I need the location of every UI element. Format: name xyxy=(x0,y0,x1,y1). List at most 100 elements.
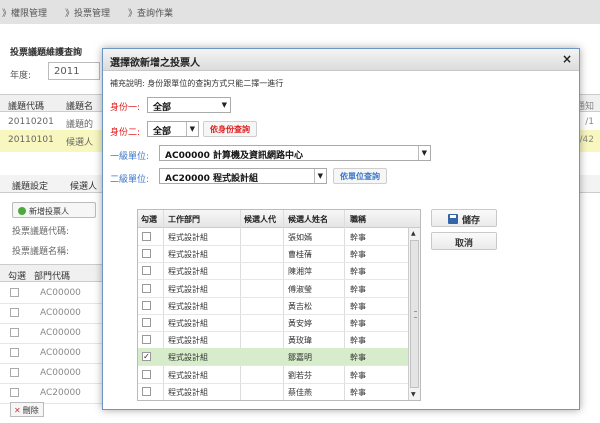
row-checkbox[interactable] xyxy=(142,369,151,379)
delete-button[interactable]: ✕ 刪除 xyxy=(10,402,44,417)
row-checkbox[interactable] xyxy=(142,232,151,241)
cell-title: 幹事 xyxy=(350,336,366,346)
tab-candidates[interactable]: 候選人 xyxy=(70,179,97,192)
divider xyxy=(314,169,315,183)
identity1-select[interactable]: 全部 ▼ xyxy=(147,97,231,113)
cell-name: 陳湘萍 xyxy=(288,267,312,277)
cell-dept: 程式設計組 xyxy=(168,387,208,397)
identity2-select[interactable]: 全部 ▼ xyxy=(147,121,199,137)
table-row[interactable]: 程式設計組 黃玫瑋 幹事 xyxy=(138,331,408,350)
column-header: 勾選 xyxy=(8,272,27,282)
column-header: 候選人姓名 xyxy=(288,215,328,224)
row-checkbox[interactable] xyxy=(142,266,151,276)
close-icon[interactable]: × xyxy=(562,52,572,66)
cell-dept: 程式設計組 xyxy=(168,250,208,260)
query-by-unit-button[interactable]: 依單位查詢 xyxy=(333,168,387,184)
cell-dept: 程式設計組 xyxy=(168,353,208,363)
cell-title: 幹事 xyxy=(350,284,366,294)
cell-count: /42 xyxy=(579,135,594,145)
table-row[interactable]: 程式設計組 陳湘萍 幹事 xyxy=(138,262,408,281)
cell-title: 幹事 xyxy=(350,301,366,311)
scroll-up-icon[interactable]: ▲ xyxy=(411,230,416,237)
select-voter-dialog: 選擇欲新增之投票人 × 補充說明: 身份跟單位的查詢方式只能二擇一進行 身份一:… xyxy=(102,48,580,410)
row-checkbox[interactable] xyxy=(142,249,151,259)
dialog-title: 選擇欲新增之投票人 xyxy=(110,58,200,69)
cell-dept: 程式設計組 xyxy=(168,336,208,346)
candidate-table: 勾選 工作部門 候選人代 候選人姓名 職稱 程式設計組 張如嫣 幹事 程式設計組 曹桂蒨… xyxy=(137,209,421,401)
column-header: 職稱 xyxy=(350,215,366,224)
dept-code: AC00000 xyxy=(40,368,81,378)
tab-topic-settings[interactable]: 議題設定 xyxy=(12,179,48,192)
cell-dept: 程式設計組 xyxy=(168,370,208,380)
table-row[interactable]: 程式設計組 黃吉松 幹事 xyxy=(138,297,408,315)
table-header: 勾選 工作部門 候選人代 候選人姓名 職稱 xyxy=(138,210,420,228)
row-checkbox[interactable] xyxy=(10,348,19,357)
scroll-down-icon[interactable]: ▼ xyxy=(411,391,416,398)
unit1-select[interactable]: AC00000 計算機及資訊網路中心 ▼ xyxy=(159,145,431,161)
row-checkbox[interactable] xyxy=(10,368,19,377)
row-checkbox[interactable] xyxy=(142,283,151,293)
vertical-scrollbar[interactable]: ▲ ▼ xyxy=(408,228,420,400)
row-checkbox[interactable] xyxy=(10,288,19,297)
year-label: 年度: xyxy=(10,71,32,81)
row-checkbox[interactable] xyxy=(142,386,151,396)
cell-name: 黃吉松 xyxy=(288,301,312,311)
dept-code: AC00000 xyxy=(40,348,81,358)
column-header: 候選人代 xyxy=(244,215,276,224)
breadcrumb-item[interactable]: 》權限管理 xyxy=(2,6,47,19)
table-row[interactable]: 程式設計組 張如嫣 幹事 xyxy=(138,228,408,246)
supplementary-note: 補充說明: 身份跟單位的查詢方式只能二擇一進行 xyxy=(110,79,284,88)
dialog-header: 選擇欲新增之投票人 × xyxy=(103,49,579,71)
query-by-identity-button[interactable]: 依身份查詢 xyxy=(203,121,257,137)
cell-dept: 程式設計組 xyxy=(168,267,208,277)
cell-name: 蔡佳燕 xyxy=(288,387,312,397)
add-voter-button[interactable]: 新增投票人 xyxy=(12,202,96,218)
dept-code: AC20000 xyxy=(40,388,81,398)
unit2-select[interactable]: AC20000 程式設計組 ▼ xyxy=(159,168,327,184)
column-header: 部門代碼 xyxy=(34,272,71,282)
cell-code: 20110201 xyxy=(8,117,54,127)
cell-name: 黃玫瑋 xyxy=(288,336,312,346)
breadcrumb-item[interactable]: 》查詢作業 xyxy=(128,6,173,19)
cell-title: 幹事 xyxy=(350,353,366,363)
cell-name: 議題的 xyxy=(66,120,94,130)
close-icon: ✕ xyxy=(14,406,21,415)
table-row[interactable]: 程式設計組 曹桂蒨 幹事 xyxy=(138,245,408,264)
save-button[interactable]: 儲存 xyxy=(431,209,497,227)
table-row[interactable]: 程式設計組 黃安婷 幹事 xyxy=(138,314,408,332)
divider xyxy=(418,146,419,160)
cancel-button[interactable]: 取消 xyxy=(431,232,497,250)
year-field[interactable]: 2011 xyxy=(48,62,100,80)
chevron-down-icon: ▼ xyxy=(189,125,195,133)
row-checkbox[interactable] xyxy=(142,335,151,345)
section-title: 投票議題維護查詢 xyxy=(10,48,83,58)
save-icon xyxy=(447,214,458,224)
row-checkbox[interactable] xyxy=(10,388,19,397)
cell-title: 幹事 xyxy=(350,370,366,380)
row-checkbox[interactable] xyxy=(10,328,19,337)
unit1-value: AC00000 計算機及資訊網路中心 xyxy=(165,151,304,161)
breadcrumb: 》權限管理 》投票管理 》查詢作業 xyxy=(0,0,600,24)
topic-code-label: 投票議題代碼: xyxy=(12,227,70,237)
unit2-value: AC20000 程式設計組 xyxy=(165,174,259,184)
cell-title: 幹事 xyxy=(350,387,366,397)
cell-title: 幹事 xyxy=(350,319,366,328)
row-checkbox[interactable] xyxy=(142,300,151,310)
identity1-label: 身份一: xyxy=(110,103,141,113)
grip-icon xyxy=(414,311,417,318)
table-row[interactable]: 程式設計組 傅淑瑩 幹事 xyxy=(138,280,408,298)
column-header: 議題名 xyxy=(66,102,94,112)
identity2-label: 身份二: xyxy=(110,128,141,138)
scrollbar-thumb[interactable] xyxy=(410,240,419,388)
row-checkbox[interactable] xyxy=(10,308,19,317)
breadcrumb-item[interactable]: 》投票管理 xyxy=(65,6,110,19)
table-row[interactable]: ✓ 程式設計組 鄒嘉明 幹事 xyxy=(138,348,408,367)
table-row[interactable]: 程式設計組 劉若芬 幹事 xyxy=(138,366,408,384)
table-row[interactable]: 程式設計組 蔡佳燕 幹事 xyxy=(138,383,408,400)
row-checkbox[interactable]: ✓ xyxy=(142,352,151,362)
cell-name: 候選人 xyxy=(66,138,94,148)
row-checkbox[interactable] xyxy=(142,318,151,327)
chevron-down-icon: ▼ xyxy=(317,172,323,180)
divider xyxy=(186,122,187,136)
cell-name: 劉若芬 xyxy=(288,370,312,380)
